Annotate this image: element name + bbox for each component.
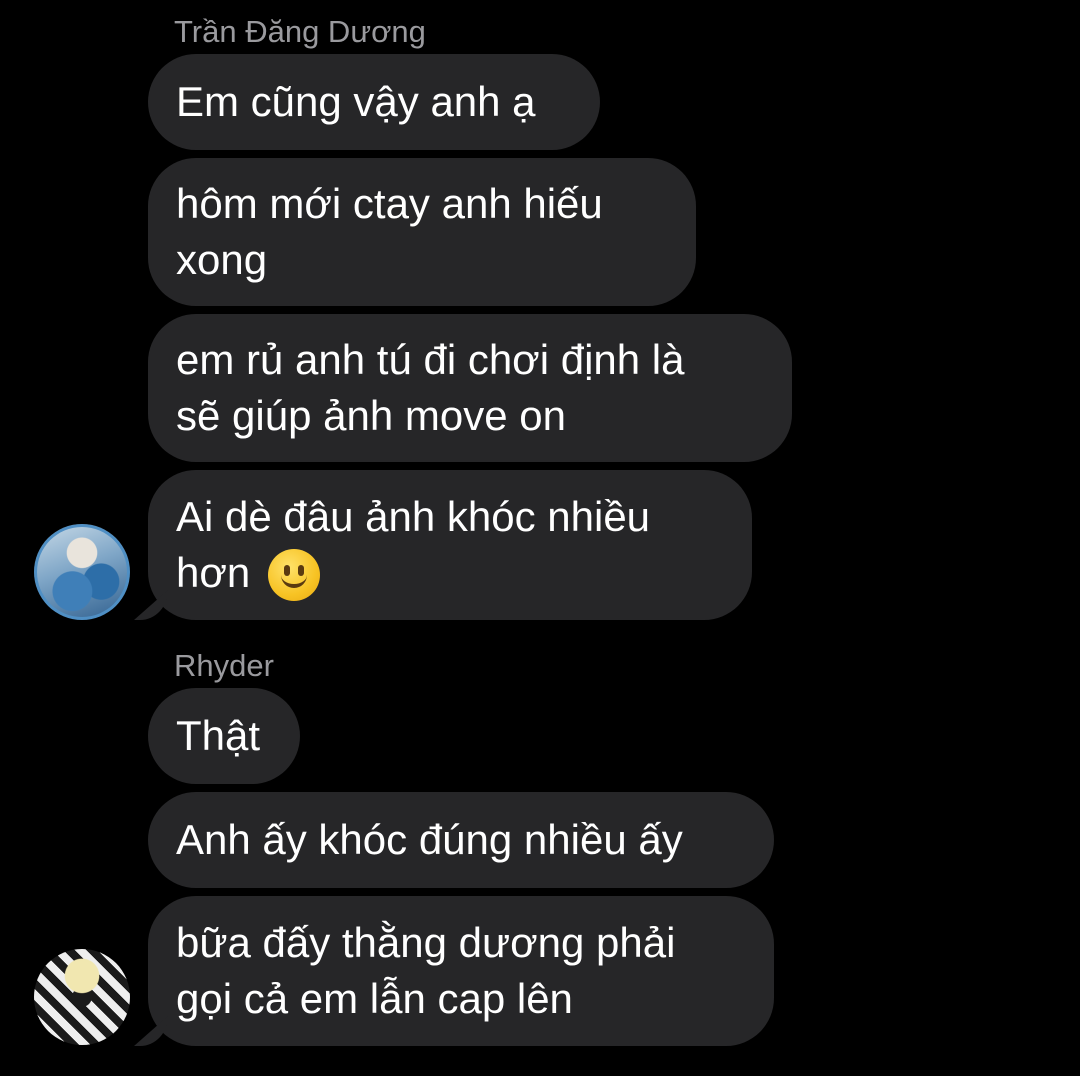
message-line: Ai dè đâu ảnh khóc nhiều <box>176 492 651 540</box>
message-text: Anh ấy khóc đúng nhiều ấy <box>176 816 683 863</box>
message-bubble[interactable]: hôm mới ctay anh hiếu xong <box>148 158 696 306</box>
sender-name: Trần Đăng Dương <box>174 14 426 49</box>
message-bubble[interactable]: Thật <box>148 688 300 784</box>
message-thread: Trần Đăng Dương Em cũng vậy anh ạ hôm mớ… <box>0 0 1080 1076</box>
message-bubble[interactable]: em rủ anh tú đi chơi định là sẽ giúp ảnh… <box>148 314 792 462</box>
message-text: bữa đấy thằng dương phải gọi cả em lẫn c… <box>176 919 676 1022</box>
message-bubble[interactable]: bữa đấy thằng dương phải gọi cả em lẫn c… <box>148 896 774 1046</box>
message-text: hôm mới ctay anh hiếu xong <box>176 180 603 283</box>
sender-name: Rhyder <box>174 648 274 683</box>
message-text: em rủ anh tú đi chơi định là sẽ giúp ảnh… <box>176 336 685 439</box>
avatar[interactable] <box>34 524 130 620</box>
message-text: Em cũng vậy anh ạ <box>176 78 536 125</box>
message-bubble[interactable]: Anh ấy khóc đúng nhiều ấy <box>148 792 774 888</box>
message-bubble[interactable]: Ai dè đâu ảnh khóc nhiều hơn <box>148 470 752 620</box>
slightly-smiling-face-icon <box>267 549 320 602</box>
message-line: hơn <box>176 548 251 596</box>
message-bubble[interactable]: Em cũng vậy anh ạ <box>148 54 600 150</box>
message-text: Ai dè đâu ảnh khóc nhiều hơn <box>176 489 650 602</box>
avatar[interactable] <box>34 949 130 1045</box>
message-text: Thật <box>176 712 261 759</box>
